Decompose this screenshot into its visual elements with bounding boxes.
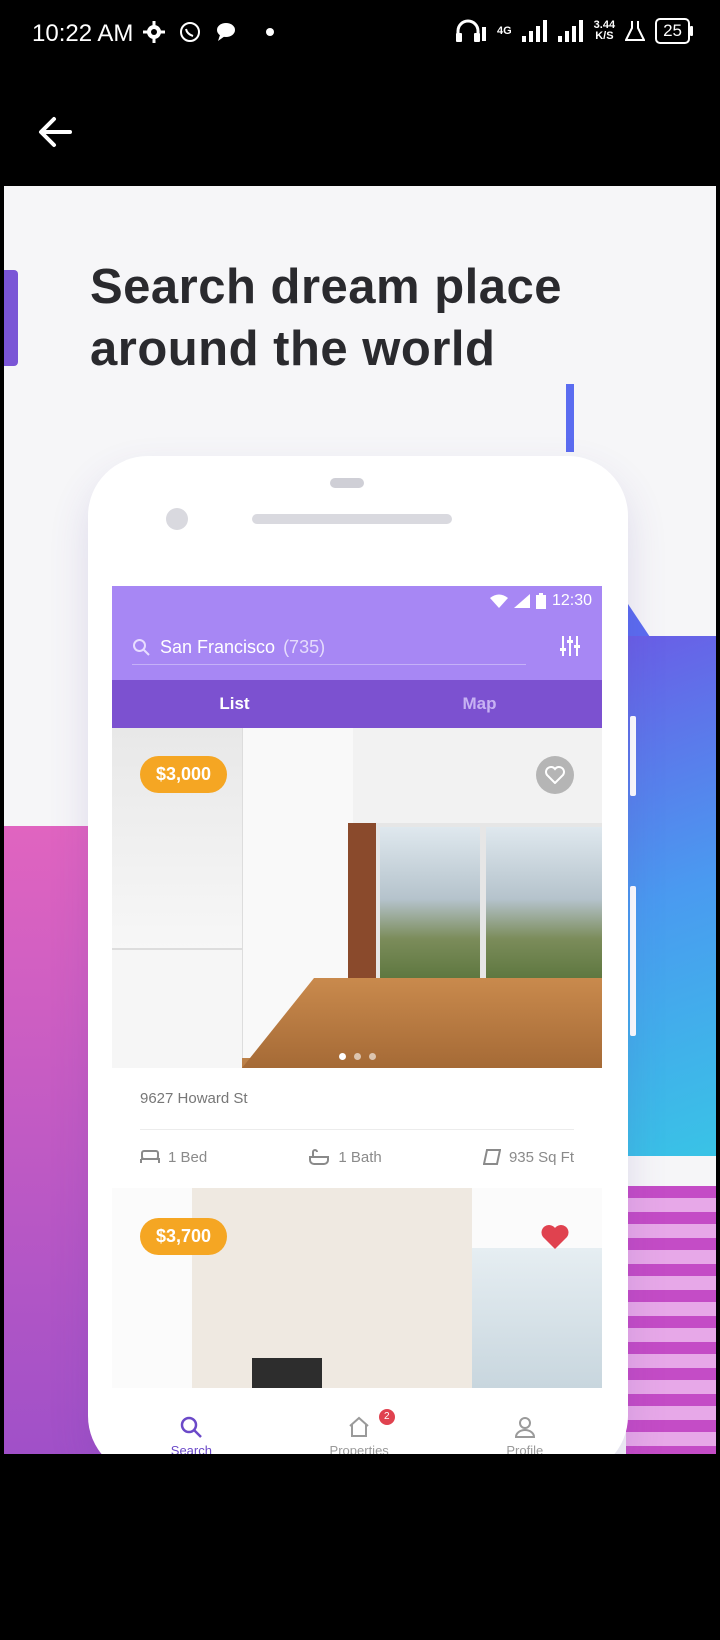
heart-outline-icon	[545, 766, 565, 784]
nav-search[interactable]: Search	[171, 1415, 212, 1454]
promo-image: Search dream place around the world 12:3…	[4, 186, 716, 1454]
phone-camera	[166, 508, 188, 530]
status-bar: 10:22 AM 4G 3.44 K/S 25	[0, 0, 720, 72]
tab-list[interactable]: List	[112, 680, 357, 728]
cell-signal-icon	[513, 594, 530, 608]
tab-map[interactable]: Map	[357, 680, 602, 728]
net-speed: 3.44 K/S	[593, 19, 616, 42]
phone-mockup: 12:30 San Francisco (735) List Map $3,00…	[88, 456, 628, 1454]
notification-dot	[266, 28, 274, 36]
mock-screen: 12:30 San Francisco (735) List Map $3,00…	[112, 586, 602, 1396]
status-left-icons	[142, 20, 274, 44]
nav-properties[interactable]: 2 Properties	[330, 1408, 395, 1454]
battery-icon	[535, 593, 546, 609]
baths-count: 1 Bath	[338, 1148, 382, 1166]
listing-photo[interactable]: $3,000	[112, 728, 602, 1068]
wifi-icon	[489, 594, 508, 608]
network-type: 4G	[496, 24, 512, 37]
mock-status-time: 12:30	[551, 592, 592, 609]
search-count: (735)	[283, 636, 326, 657]
divider	[140, 1129, 574, 1130]
mock-status-bar: 12:30	[112, 586, 602, 616]
carousel-dots	[112, 1053, 602, 1060]
bottom-empty-area	[0, 1454, 720, 1640]
listing-address: 9627 Howard St	[140, 1090, 248, 1107]
price-badge: $3,000	[140, 756, 228, 793]
flask-icon	[625, 21, 646, 41]
properties-badge: 2	[378, 1408, 395, 1425]
bath-icon	[309, 1149, 330, 1165]
search-city: San Francisco	[160, 636, 276, 657]
signal-icon	[521, 20, 547, 42]
phone-speaker	[330, 478, 364, 488]
accent-bar-left	[4, 270, 18, 366]
status-time: 10:22 AM	[32, 20, 134, 47]
phone-earpiece	[252, 514, 452, 524]
search-icon	[133, 639, 150, 656]
amenities: 1 Bed 1 Bath 935 Sq Ft	[140, 1148, 574, 1166]
beds-count: 1 Bed	[168, 1148, 208, 1166]
window-view	[376, 823, 602, 991]
listing-info: 9627 Howard St 1 Bed 1 Bath 935 Sq Ft	[112, 1068, 602, 1166]
whatsapp-icon	[180, 22, 200, 42]
battery-indicator: 25	[655, 18, 693, 44]
filter-icon[interactable]	[558, 634, 582, 658]
nav-profile[interactable]: Profile	[506, 1415, 543, 1454]
search-input[interactable]: San Francisco (735)	[132, 630, 526, 665]
area-size: 935 Sq Ft	[508, 1148, 574, 1166]
arrow-left-icon[interactable]	[32, 108, 80, 156]
app-bar	[0, 72, 720, 186]
price-badge: $3,700	[140, 1218, 228, 1255]
headphones-icon	[455, 19, 486, 42]
decor-side-tab	[630, 716, 636, 796]
mock-tabs: List Map	[112, 680, 602, 728]
carousel-dot[interactable]	[338, 1053, 346, 1060]
area-icon	[482, 1149, 501, 1165]
decor-stripes	[626, 1186, 716, 1454]
home-icon	[349, 1416, 369, 1437]
carousel-dot[interactable]	[353, 1053, 361, 1060]
status-right-icons: 4G 3.44 K/S 25	[455, 18, 693, 44]
chat-bubble-icon	[217, 23, 235, 41]
search-icon	[181, 1416, 203, 1438]
decor-side-tab	[630, 886, 636, 1036]
bed-icon	[140, 1150, 160, 1163]
accent-line	[566, 384, 574, 452]
bottom-nav: Search 2 Properties Profile	[112, 1396, 602, 1454]
carousel-dot[interactable]	[368, 1053, 376, 1060]
curtain	[348, 823, 376, 983]
gear-icon	[143, 21, 165, 43]
mock-search-bar: San Francisco (735)	[112, 616, 602, 680]
headline: Search dream place around the world	[90, 260, 563, 376]
heart-filled-icon[interactable]	[540, 1222, 570, 1252]
user-icon	[514, 1416, 535, 1438]
signal-icon-2	[557, 20, 583, 42]
listing-photo[interactable]: $3,700	[112, 1188, 602, 1388]
favorite-button[interactable]	[536, 756, 574, 794]
